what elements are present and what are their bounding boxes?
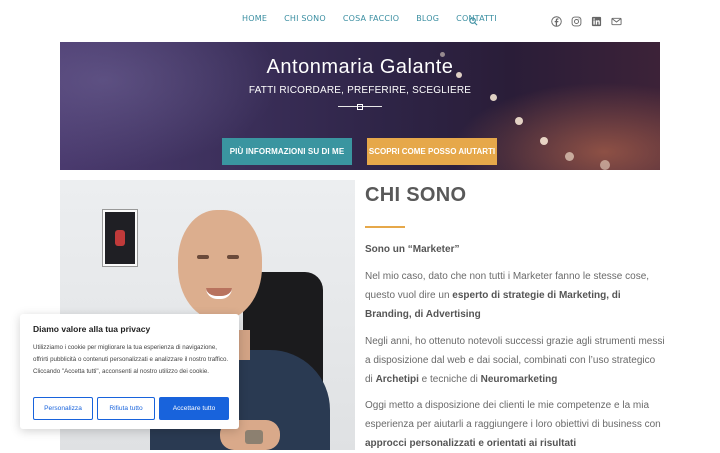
nav-blog[interactable]: BLOG [416,14,439,23]
instagram-icon[interactable] [571,14,582,27]
about-paragraph-1: Nel mio caso, dato che non tutti i Marke… [365,267,665,324]
mail-icon[interactable] [611,14,622,26]
facebook-icon[interactable] [551,14,562,27]
hero-title: Antonmaria Galante [266,56,454,78]
person-eye [227,255,239,259]
about-intro: Sono un “Marketer” [365,240,665,259]
nav-home[interactable]: HOME [242,14,267,23]
top-navigation: HOME CHI SONO COSA FACCIO BLOG CONTATTI [0,0,720,42]
bokeh-light [540,137,548,145]
about-paragraph-2: Negli anni, ho ottenuto notevoli success… [365,332,665,389]
paragraph-text: Oggi metto a disposizione dei clienti le… [365,400,661,430]
heading-underline [365,226,405,228]
reject-all-button[interactable]: Rifiuta tutto [97,397,155,420]
paragraph-bold: approcci personalizzati e orientati ai r… [365,438,577,449]
paragraph-text: e tecniche di [418,374,481,385]
nav-cosa-faccio[interactable]: COSA FACCIO [343,14,399,23]
paragraph-bold: Neuromarketing [480,374,558,385]
bokeh-light [515,117,523,125]
nav-chi-sono[interactable]: CHI SONO [284,14,326,23]
wrist-watch [245,430,263,444]
bokeh-light [565,152,574,161]
social-links [551,14,622,27]
linkedin-icon[interactable] [591,14,602,27]
hero-subtitle: FATTI RICORDARE, PREFERIRE, SCEGLIERE [248,85,472,96]
search-icon[interactable] [469,13,479,26]
paragraph-bold: Archetipi [375,374,419,385]
more-info-button[interactable]: PIÙ INFORMAZIONI SU DI ME [222,138,352,165]
how-i-help-button[interactable]: SCOPRI COME POSSO AIUTARTI [367,138,497,165]
cookie-title: Diamo valore alla tua privacy [33,324,151,334]
main-menu: HOME CHI SONO COSA FACCIO BLOG CONTATTI [242,13,514,26]
cookie-description: Utilizziamo i cookie per migliorare la t… [33,344,229,375]
person-eye [197,255,209,259]
intro-text: Sono un “Marketer” [365,244,460,255]
accept-all-button[interactable]: Accettare tutto [159,397,229,420]
cookie-consent-banner: Diamo valore alla tua privacy Utilizziam… [20,314,239,429]
customize-button[interactable]: Personalizza [33,397,93,420]
person-head [178,210,262,320]
hero-banner: Antonmaria Galante FATTI RICORDARE, PREF… [60,42,660,170]
wall-painting [103,210,137,266]
bokeh-light [600,160,610,170]
hero-divider-ornament [357,104,363,110]
about-heading: CHI SONO [365,184,467,206]
about-paragraph-3: Oggi metto a disposizione dei clienti le… [365,396,665,453]
